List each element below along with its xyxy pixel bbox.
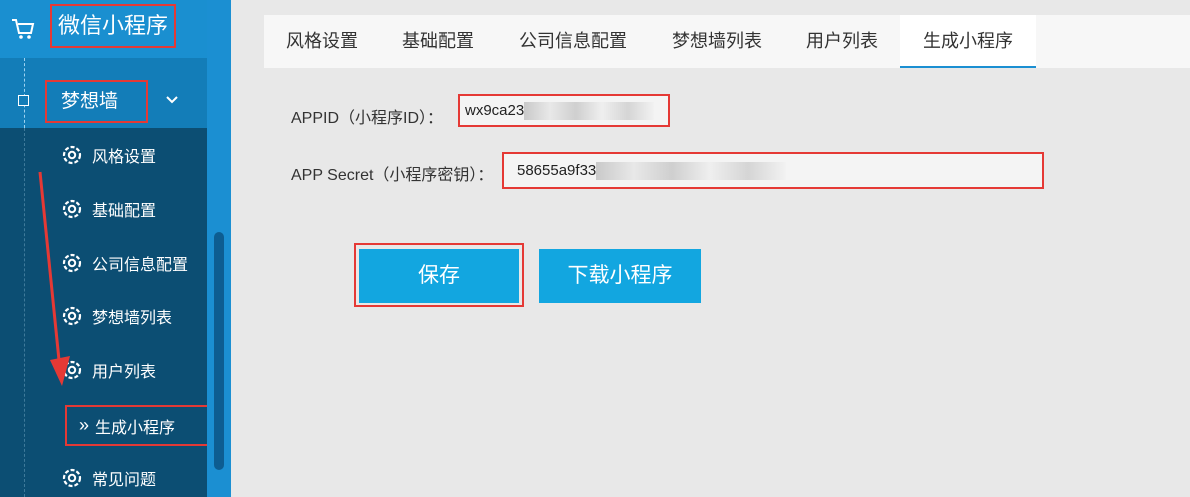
brand-bar: 微信小程序 xyxy=(0,0,207,58)
double-chevron-right-icon: » xyxy=(79,415,89,435)
cart-icon xyxy=(12,19,35,39)
app-secret-value: 58655a9f33 xyxy=(517,162,597,179)
tab-basic-config[interactable]: 基础配置 xyxy=(380,15,496,68)
gear-icon xyxy=(62,145,82,165)
sidebar-item-label: 常见问题 xyxy=(92,472,157,489)
tree-line xyxy=(24,128,25,497)
scrollbar-thumb[interactable] xyxy=(214,232,224,470)
tab-company-info[interactable]: 公司信息配置 xyxy=(496,15,650,68)
redacted-mask xyxy=(596,162,787,181)
sidebar-item-label: 风格设置 xyxy=(92,149,157,166)
secret-label: APP Secret（小程序密钥）： xyxy=(291,167,494,184)
tab-bar: 风格设置 基础配置 公司信息配置 梦想墙列表 用户列表 生成小程序 xyxy=(264,15,1190,68)
annotation-arrow xyxy=(38,171,70,386)
save-button[interactable]: 保存 xyxy=(359,249,519,303)
gear-icon xyxy=(62,468,82,488)
sidebar-item-generate-miniprogram[interactable]: » 生成小程序 xyxy=(65,405,215,446)
app-secret-field[interactable]: 58655a9f33 xyxy=(502,152,1044,189)
sidebar-item-faq[interactable]: 常见问题 xyxy=(60,458,156,497)
tree-line xyxy=(24,58,25,128)
tab-generate-miniprogram[interactable]: 生成小程序 xyxy=(900,15,1036,68)
appid-label: APPID（小程序ID）： xyxy=(291,110,444,127)
appid-field[interactable]: wx9ca23 xyxy=(458,94,670,127)
sidebar-item-label: 公司信息配置 xyxy=(92,257,189,274)
redacted-mask xyxy=(524,102,655,121)
menu-group-dream-wall[interactable]: 梦想墙 xyxy=(0,58,207,128)
appid-value: wx9ca23 xyxy=(465,102,525,119)
sidebar-item-label: 梦想墙列表 xyxy=(92,310,173,327)
tab-dream-wall-list[interactable]: 梦想墙列表 xyxy=(650,15,784,68)
sidebar-item-label: 生成小程序 xyxy=(95,419,176,437)
download-miniprogram-button[interactable]: 下载小程序 xyxy=(539,249,701,303)
app-title[interactable]: 微信小程序 xyxy=(50,4,176,48)
chevron-down-icon xyxy=(166,96,178,104)
menu-group-label: 梦想墙 xyxy=(45,80,148,123)
sidebar-item-label: 基础配置 xyxy=(92,203,157,220)
sidebar-item-style-settings[interactable]: 风格设置 xyxy=(60,135,156,175)
tab-style-settings[interactable]: 风格设置 xyxy=(264,15,380,68)
sidebar-item-label: 用户列表 xyxy=(92,364,157,381)
tab-user-list[interactable]: 用户列表 xyxy=(784,15,900,68)
tree-node xyxy=(18,95,29,106)
